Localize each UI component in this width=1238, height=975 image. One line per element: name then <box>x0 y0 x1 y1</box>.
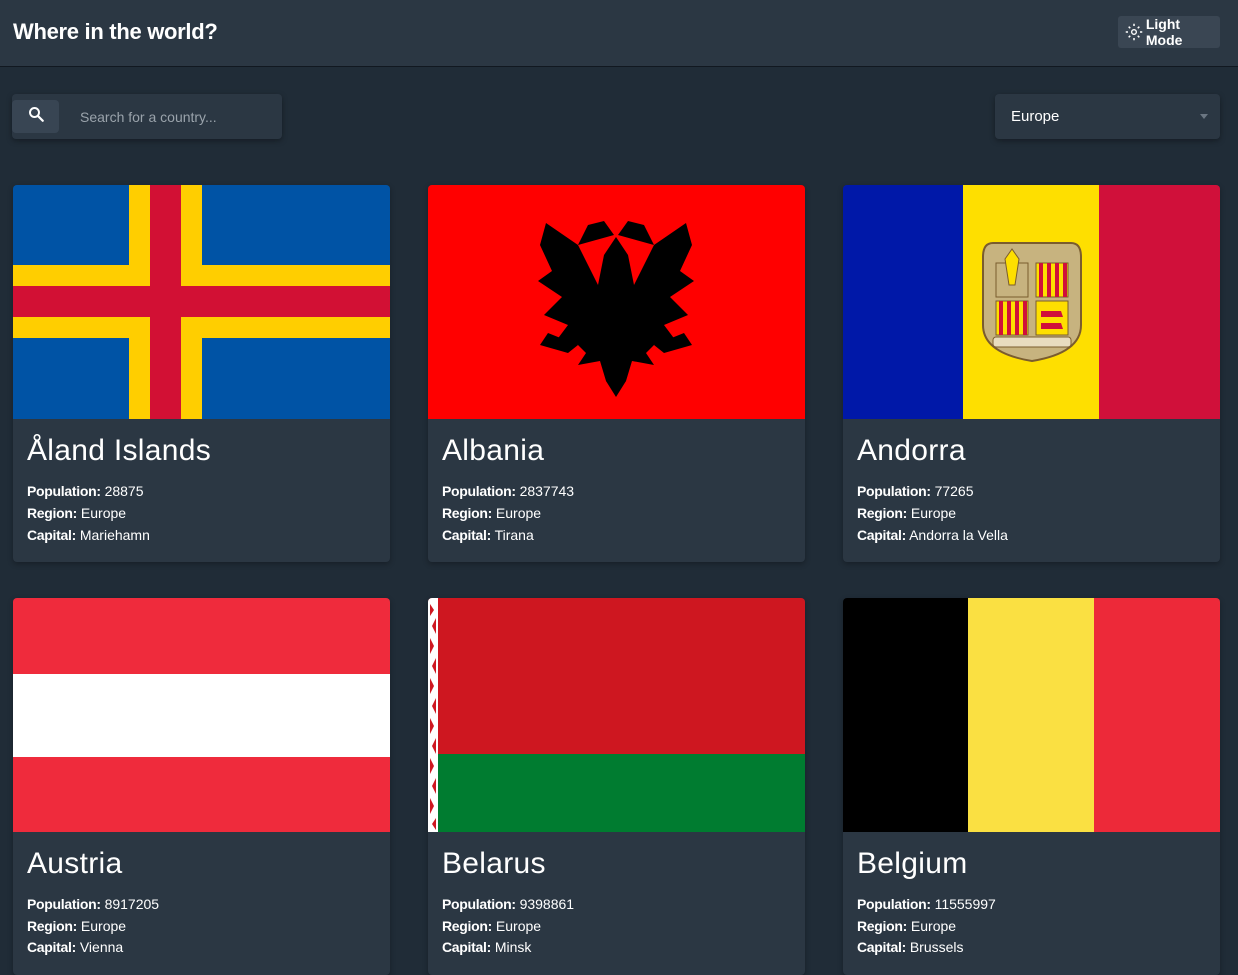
country-name: Andorra <box>857 434 966 467</box>
region-value: Europe <box>80 505 127 521</box>
population-value: 2837743 <box>519 483 575 499</box>
population-value: 77265 <box>934 483 974 499</box>
andorra-flag <box>843 185 1220 419</box>
population-label: Population: <box>442 483 516 499</box>
capital-value: Vienna <box>79 939 124 955</box>
austria-flag <box>13 598 390 832</box>
country-name: Austria <box>27 847 123 880</box>
population-row: Population: 8917205 <box>27 896 159 912</box>
population-row: Population: 77265 <box>857 483 974 499</box>
population-value: 9398861 <box>519 896 575 912</box>
region-row: Region: Europe <box>857 505 956 521</box>
country-name: Belgium <box>857 847 968 880</box>
region-row: Region: Europe <box>442 505 541 521</box>
region-row: Region: Europe <box>442 918 541 934</box>
app-header: Where in the world? Light Mode <box>0 0 1238 67</box>
belarus-flag <box>428 598 805 832</box>
population-value: 11555997 <box>934 896 996 912</box>
search-button[interactable] <box>12 100 59 133</box>
capital-label: Capital: <box>442 527 491 543</box>
population-value: 28875 <box>104 483 144 499</box>
capital-row: Capital: Vienna <box>27 939 123 955</box>
capital-value: Tirana <box>494 527 534 543</box>
albania-flag <box>428 185 805 419</box>
capital-label: Capital: <box>857 527 906 543</box>
population-value: 8917205 <box>104 896 160 912</box>
search-bar <box>12 94 282 139</box>
region-row: Region: Europe <box>27 918 126 934</box>
capital-value: Andorra la Vella <box>909 527 1008 543</box>
theme-toggle-label: Light Mode <box>1145 16 1183 48</box>
aland-flag <box>13 185 390 419</box>
capital-value: Mariehamn <box>79 527 150 543</box>
population-row: Population: 11555997 <box>857 896 996 912</box>
country-card-belarus[interactable]: Belarus Population: 9398861 Region: Euro… <box>428 598 805 975</box>
population-label: Population: <box>857 483 931 499</box>
belgium-flag <box>843 598 1220 832</box>
country-card-albania[interactable]: Albania Population: 2837743 Region: Euro… <box>428 185 805 562</box>
capital-value: Brussels <box>909 939 964 955</box>
region-row: Region: Europe <box>27 505 126 521</box>
country-card-austria[interactable]: Austria Population: 8917205 Region: Euro… <box>13 598 390 975</box>
population-row: Population: 9398861 <box>442 896 574 912</box>
region-label: Region: <box>27 505 78 521</box>
region-value: Europe <box>910 918 957 934</box>
region-row: Region: Europe <box>857 918 956 934</box>
region-label: Region: <box>27 918 78 934</box>
theme-toggle-button[interactable]: Light Mode <box>1118 16 1220 48</box>
capital-label: Capital: <box>857 939 906 955</box>
search-input[interactable] <box>68 100 273 133</box>
capital-label: Capital: <box>442 939 491 955</box>
country-card-belgium[interactable]: Belgium Population: 11555997 Region: Eur… <box>843 598 1220 975</box>
region-label: Region: <box>442 918 493 934</box>
region-value: Europe <box>495 918 542 934</box>
capital-value: Minsk <box>494 939 532 955</box>
region-label: Region: <box>857 505 908 521</box>
country-name: Belarus <box>442 847 546 880</box>
population-label: Population: <box>27 896 101 912</box>
region-label: Region: <box>442 505 493 521</box>
region-filter-select[interactable]: Europe <box>995 94 1220 139</box>
population-label: Population: <box>442 896 516 912</box>
sun-icon <box>1124 22 1144 42</box>
app-title: Where in the world? <box>13 19 218 44</box>
population-label: Population: <box>27 483 101 499</box>
country-name: Albania <box>442 434 545 467</box>
region-value: Europe <box>80 918 127 934</box>
capital-row: Capital: Brussels <box>857 939 964 955</box>
capital-row: Capital: Andorra la Vella <box>857 527 1008 543</box>
population-label: Population: <box>857 896 931 912</box>
country-card-andorra[interactable]: Andorra Population: 77265 Region: Europe… <box>843 185 1220 562</box>
capital-row: Capital: Tirana <box>442 527 534 543</box>
region-value: Europe <box>495 505 542 521</box>
population-row: Population: 28875 <box>27 483 144 499</box>
region-value: Europe <box>910 505 957 521</box>
country-name: Åland Islands <box>27 434 212 467</box>
region-label: Region: <box>857 918 908 934</box>
capital-label: Capital: <box>27 939 76 955</box>
population-row: Population: 2837743 <box>442 483 574 499</box>
capital-label: Capital: <box>27 527 76 543</box>
search-icon <box>27 105 45 128</box>
region-filter-value: Europe <box>1011 108 1060 125</box>
capital-row: Capital: Mariehamn <box>27 527 150 543</box>
capital-row: Capital: Minsk <box>442 939 531 955</box>
country-card-aland[interactable]: Åland Islands Population: 28875 Region: … <box>13 185 390 562</box>
chevron-down-icon <box>1200 114 1208 119</box>
